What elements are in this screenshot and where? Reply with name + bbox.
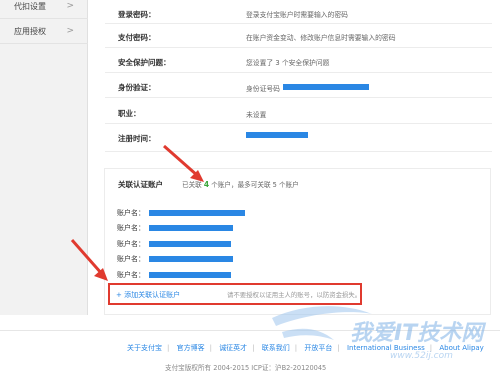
chevron-right-icon: >: [66, 1, 74, 11]
account-label: 账户名：: [117, 224, 145, 232]
redacted-id-number: [283, 84, 369, 90]
footer-link[interactable]: International Business: [347, 344, 425, 352]
account-label: 账户名：: [117, 240, 145, 248]
info-row-occupation: 职业： 未设置: [105, 98, 492, 124]
sidebar-item-label: 代扣设置: [14, 2, 46, 11]
footer-divider: [0, 330, 500, 331]
account-label: 账户名：: [117, 209, 145, 217]
redacted-account-name: [149, 241, 231, 247]
sidebar-item-deduction-settings[interactable]: 代扣设置 >: [0, 0, 88, 19]
annotation-arrow-icon: [70, 239, 108, 281]
footer-link[interactable]: 关于支付宝: [127, 344, 162, 352]
account-label: 账户名：: [117, 271, 145, 279]
info-label: 安全保护问题：: [118, 58, 171, 67]
account-label: 账户名：: [117, 255, 145, 263]
account-row: 账户名：: [117, 270, 145, 280]
redacted-account-name: [149, 256, 233, 262]
linked-accounts-panel: 关联认证账户 已关联 4 个账户，最多可关联 5 个账户 账户名： 账户名： 账…: [104, 168, 491, 315]
redacted-registration-time: [246, 132, 308, 138]
add-account-tip: 请不要授权以证用主人的账号，以防资金损失。: [227, 291, 362, 299]
footer-link[interactable]: About Alipay: [439, 344, 483, 352]
footer-link[interactable]: 开放平台: [304, 344, 332, 352]
redacted-account-name: [149, 210, 245, 216]
info-value: 您设置了 3 个安全保护问题: [246, 59, 330, 67]
info-row-security-question: 安全保护问题： 您设置了 3 个安全保护问题: [105, 48, 492, 73]
sidebar-item-app-authorization[interactable]: 应用授权 >: [0, 19, 88, 44]
add-linked-account-link[interactable]: + 添加关联认证账户: [116, 290, 180, 300]
count-suffix: 个账户，最多可关联 5 个账户: [211, 181, 299, 189]
info-value: 登录支付宝账户时需要输入的密码: [246, 11, 348, 19]
info-value: 身份证号码: [246, 85, 280, 93]
linked-accounts-title: 关联认证账户: [118, 180, 163, 189]
copyright-text: 支付宝版权所有 2004-2015 ICP证：沪B2-20120045: [165, 364, 327, 372]
redacted-account-name: [149, 272, 231, 278]
account-row: 账户名：: [117, 208, 145, 218]
chevron-right-icon: >: [66, 26, 74, 36]
account-row: 账户名：: [117, 223, 145, 233]
info-value: 在账户资金变动、修改账户信息时需要输入的密码: [246, 34, 396, 42]
sidebar-item-label: 应用授权: [14, 27, 46, 36]
account-row: 账户名：: [117, 239, 145, 249]
info-label: 登录密码：: [118, 10, 156, 19]
footer-links: 关于支付宝 | 官方博客 | 诚征英才 | 联系我们 | 开放平台 | Internati…: [127, 344, 484, 352]
footer-link[interactable]: 联系我们: [262, 344, 290, 352]
info-label: 职业：: [118, 109, 141, 118]
footer-link[interactable]: 官方博客: [177, 344, 205, 352]
info-row-identity-verification: 身份验证： 身份证号码: [105, 73, 492, 98]
account-row: 账户名：: [117, 254, 145, 264]
info-row-payment-password: 支付密码： 在账户资金变动、修改账户信息时需要输入的密码: [105, 24, 492, 48]
info-label: 注册时间：: [118, 134, 156, 143]
footer-link[interactable]: 诚征英才: [219, 344, 247, 352]
info-row-login-password: 登录密码： 登录支付宝账户时需要输入的密码: [105, 0, 492, 24]
redacted-account-name: [149, 225, 233, 231]
info-label: 支付密码：: [118, 33, 156, 42]
info-label: 身份验证：: [118, 83, 156, 92]
annotation-arrow-icon: [163, 144, 204, 182]
info-value: 未设置: [246, 111, 267, 119]
